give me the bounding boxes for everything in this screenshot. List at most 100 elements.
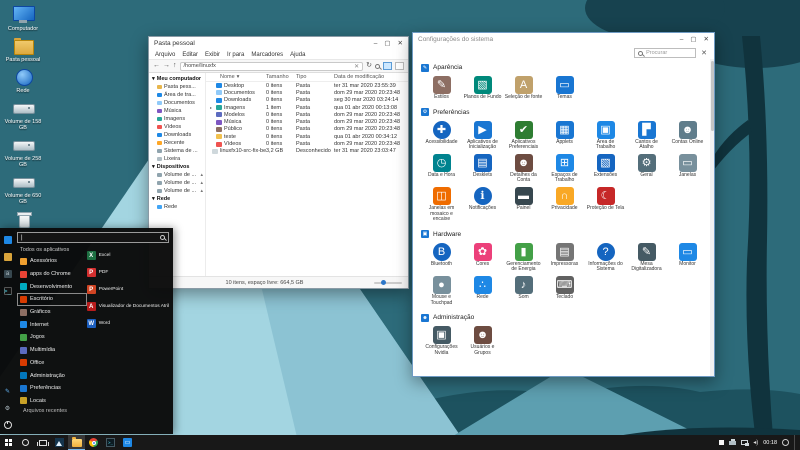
zoom-slider-thumb[interactable] bbox=[381, 279, 386, 285]
refresh-icon[interactable]: ↻ bbox=[366, 62, 372, 70]
file-manager-app-button[interactable] bbox=[68, 435, 85, 450]
settings-tile[interactable]: ✿ Cores bbox=[462, 242, 503, 273]
menu-item[interactable]: Arquivo bbox=[155, 52, 175, 58]
search-icon[interactable] bbox=[375, 63, 380, 69]
file-row[interactable]: Downloads 0 itens Pasta seg 30 mar 2020 … bbox=[206, 97, 408, 104]
forward-icon[interactable]: → bbox=[163, 62, 170, 70]
settings-tile[interactable]: ▭ Janelas bbox=[667, 153, 708, 184]
file-row[interactable]: Documentos 0 itens Pasta dom 29 mar 2020… bbox=[206, 89, 408, 96]
desktop-icon[interactable]: Computador bbox=[0, 5, 46, 32]
sidebar-item[interactable]: Música bbox=[149, 107, 205, 115]
settings-search-input[interactable]: Procurar bbox=[634, 48, 697, 58]
sidebar-device-item[interactable]: Volume de ... ▴ bbox=[149, 187, 205, 195]
zoom-slider[interactable] bbox=[374, 279, 402, 285]
tray-keyboard-icon[interactable] bbox=[719, 440, 725, 445]
tray-volume-icon[interactable]: ◂) bbox=[753, 440, 758, 446]
settings-tile[interactable]: ☾ Proteção de Tela bbox=[585, 186, 626, 223]
sidebar-network-item[interactable]: Rede bbox=[149, 203, 205, 211]
file-manager-titlebar[interactable]: Pasta pessoal – ▢ ✕ bbox=[149, 37, 408, 50]
desktop-icon[interactable]: Volume de 650 GB bbox=[0, 172, 46, 205]
settings-tile[interactable]: ▮ Gerenciamento de Energia bbox=[503, 242, 544, 273]
chrome-app-button[interactable] bbox=[85, 435, 102, 450]
rail-pictures-icon[interactable]: a bbox=[3, 270, 12, 278]
task-view-button[interactable] bbox=[34, 435, 51, 450]
scrollbar[interactable] bbox=[710, 59, 714, 376]
tray-network-icon[interactable] bbox=[741, 440, 750, 446]
category-item[interactable]: Escritório bbox=[17, 293, 87, 306]
app-item[interactable]: A Visualizador de Documentos Atril bbox=[86, 298, 169, 315]
maximize-icon[interactable]: ▢ bbox=[690, 33, 696, 46]
cortana-search-button[interactable] bbox=[17, 435, 34, 450]
sidebar-item[interactable]: Recente bbox=[149, 139, 205, 147]
start-button[interactable] bbox=[0, 435, 17, 450]
settings-tile[interactable]: ▧ Extensões bbox=[585, 153, 626, 184]
close-icon[interactable]: ✕ bbox=[704, 33, 709, 46]
rail-terminal-icon[interactable]: >_ bbox=[3, 287, 12, 295]
category-item[interactable]: Administração bbox=[17, 369, 87, 382]
settings-tile[interactable]: ▭ Temas bbox=[544, 76, 585, 101]
app-item[interactable]: P PowerPoint bbox=[86, 281, 169, 298]
back-icon[interactable]: ← bbox=[153, 62, 160, 70]
category-item[interactable]: Desenvolvimento bbox=[17, 280, 87, 293]
recent-files-label[interactable]: Arquivos recentes bbox=[23, 408, 87, 414]
tray-printer-icon[interactable] bbox=[729, 438, 737, 445]
path-input[interactable]: /home/linuxfx ✕ bbox=[179, 61, 364, 71]
eject-icon[interactable]: ▴ bbox=[200, 172, 203, 178]
sidebar-item[interactable]: Documentos bbox=[149, 99, 205, 107]
menu-item[interactable]: Ir para bbox=[227, 52, 244, 58]
settings-tile[interactable]: ☻ Usuários e Grupos bbox=[462, 326, 503, 356]
sidebar-item[interactable]: Imagens bbox=[149, 115, 205, 123]
expander-icon[interactable]: ▸ bbox=[210, 105, 214, 110]
category-item[interactable]: Office bbox=[17, 357, 87, 370]
settings-tile[interactable]: ? Informações do Sistema bbox=[585, 242, 626, 273]
settings-tile[interactable]: ✚ Acessibilidade bbox=[421, 120, 462, 151]
settings-tile[interactable]: ▛ Cantos de Atalho bbox=[626, 120, 667, 151]
settings-titlebar[interactable]: Configurações do sistema – ▢ ✕ bbox=[413, 33, 714, 46]
desktop-icon[interactable]: Pasta pessoal bbox=[0, 36, 46, 63]
start-search-input[interactable]: | bbox=[17, 232, 169, 243]
sidebar-section-devices[interactable]: ▾ Dispositivos bbox=[149, 163, 205, 171]
menu-item[interactable]: Editar bbox=[182, 52, 198, 58]
category-item[interactable]: Locais bbox=[17, 395, 87, 408]
column-modified[interactable]: Data de modificação bbox=[334, 74, 408, 80]
settings-tile[interactable]: ▤ Impressoras bbox=[544, 242, 585, 273]
menu-item[interactable]: Marcadores bbox=[251, 52, 283, 58]
file-row[interactable]: teste 0 itens Pasta qua 01 abr 2020 00:3… bbox=[206, 133, 408, 140]
settings-tile[interactable]: ∩ Privacidade bbox=[544, 186, 585, 223]
desktop-icon[interactable]: Volume de 158 GB bbox=[0, 98, 46, 131]
settings-tile[interactable]: ▣ Configurações Nvidia bbox=[421, 326, 462, 356]
settings-tile[interactable]: ✎ Mesa Digitalizadora bbox=[626, 242, 667, 273]
column-name[interactable]: Nome ▾ bbox=[206, 74, 266, 80]
tray-status-circle-icon[interactable] bbox=[782, 439, 789, 446]
app-item[interactable]: P PDF bbox=[86, 264, 169, 281]
minimize-icon[interactable]: – bbox=[680, 33, 684, 46]
rail-key-icon[interactable]: ⚙ bbox=[4, 404, 12, 412]
settings-tile[interactable]: ▬ Painel bbox=[503, 186, 544, 223]
settings-tile[interactable]: ◷ Data e Hora bbox=[421, 153, 462, 184]
settings-tile[interactable]: ☻ Contas Online bbox=[667, 120, 708, 151]
photos-app-button[interactable] bbox=[51, 435, 68, 450]
sidebar-device-item[interactable]: Volume de ... ▴ bbox=[149, 171, 205, 179]
app-item[interactable]: X Excel bbox=[86, 247, 169, 264]
settings-tile[interactable]: A Seleção de fonte bbox=[503, 76, 544, 101]
column-size[interactable]: Tamanho bbox=[266, 74, 296, 80]
sidebar-item[interactable]: Sistema de ... bbox=[149, 147, 205, 155]
column-type[interactable]: Tipo bbox=[296, 74, 334, 80]
sidebar-device-item[interactable]: Volume de ... ▴ bbox=[149, 179, 205, 187]
grid-view-toggle[interactable] bbox=[395, 62, 404, 70]
settings-tile[interactable]: ▧ Planos de Fundo bbox=[462, 76, 503, 101]
scrollbar-thumb[interactable] bbox=[710, 61, 714, 131]
sidebar-item[interactable]: Lixeira bbox=[149, 155, 205, 163]
sidebar-section-network[interactable]: ▾ Rede bbox=[149, 195, 205, 203]
file-row[interactable]: Modelos 0 itens Pasta dom 29 mar 2020 20… bbox=[206, 111, 408, 118]
file-row[interactable]: Música 0 itens Pasta dom 29 mar 2020 20:… bbox=[206, 118, 408, 125]
sidebar-item[interactable]: Pasta pess... bbox=[149, 83, 205, 91]
list-view-toggle[interactable] bbox=[383, 62, 392, 70]
display-app-button[interactable]: ▭ bbox=[119, 435, 136, 450]
settings-tile[interactable]: ⊞ Espaços de Trabalho bbox=[544, 153, 585, 184]
settings-tile[interactable]: B Bluetooth bbox=[421, 242, 462, 273]
settings-tile[interactable]: ▦ Applets bbox=[544, 120, 585, 151]
file-row[interactable]: Público 0 itens Pasta dom 29 mar 2020 20… bbox=[206, 126, 408, 133]
settings-tile[interactable]: ⚙ Geral bbox=[626, 153, 667, 184]
sidebar-item[interactable]: Downloads bbox=[149, 131, 205, 139]
